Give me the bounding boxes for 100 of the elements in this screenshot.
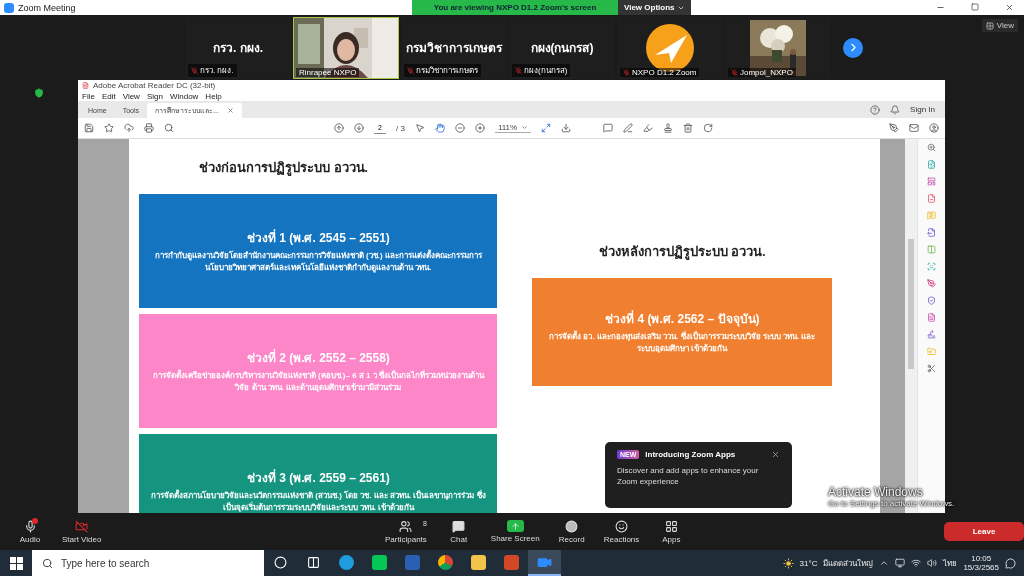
microphone-icon xyxy=(23,519,37,533)
word-icon xyxy=(405,554,420,570)
account-icon[interactable] xyxy=(929,123,939,133)
menu-item[interactable]: File xyxy=(82,91,95,101)
columns-icon[interactable] xyxy=(927,245,937,254)
trash-icon[interactable] xyxy=(683,123,694,133)
rotate-icon[interactable] xyxy=(703,123,714,133)
edge-icon xyxy=(339,554,354,570)
upload-icon[interactable] xyxy=(124,123,134,133)
scan-icon[interactable] xyxy=(927,262,937,271)
period-title: ช่วงที่ 4 (พ.ศ. 2562 – ปัจจุบัน) xyxy=(605,309,760,328)
notifications-icon[interactable] xyxy=(1005,557,1016,569)
participant-name: กผง(กนกรส) xyxy=(524,64,568,77)
participant-display-name: กรว. กผง. xyxy=(213,40,263,57)
popup-title: Introducing Zoom Apps xyxy=(645,450,736,459)
meeting-control-button[interactable]: Chat xyxy=(442,519,475,544)
zoom-logo-icon xyxy=(4,2,14,13)
chrome-icon xyxy=(438,554,453,570)
tray-expand-icon[interactable] xyxy=(879,558,890,568)
pointer-icon[interactable] xyxy=(414,123,425,133)
pen-icon[interactable] xyxy=(623,123,634,133)
print-icon[interactable] xyxy=(144,123,154,133)
cortana-icon xyxy=(274,555,287,569)
volume-icon xyxy=(927,558,938,568)
highlight-icon[interactable] xyxy=(643,123,654,133)
chat-icon xyxy=(452,519,466,533)
participants-icon xyxy=(399,519,413,533)
help-icon[interactable] xyxy=(870,104,881,115)
menu-item[interactable]: Sign xyxy=(146,91,163,101)
bell-icon[interactable] xyxy=(890,104,901,115)
windows-start-icon[interactable] xyxy=(9,556,23,570)
file-minus-icon[interactable] xyxy=(927,194,937,203)
participant-display-name: กรมวิชาการเกษตร xyxy=(406,40,502,57)
zoom-in-icon[interactable] xyxy=(474,123,485,133)
search-icon xyxy=(42,557,53,569)
folder-icon xyxy=(471,554,486,570)
meeting-control-button[interactable]: Reactions xyxy=(603,519,640,544)
zoom-in-icon[interactable] xyxy=(927,143,937,152)
display-icon xyxy=(895,558,906,568)
star-icon[interactable] xyxy=(104,123,114,133)
save-icon[interactable] xyxy=(84,123,94,133)
zoom-out-icon[interactable] xyxy=(454,123,465,133)
pdf-icon xyxy=(82,82,89,89)
menu-item[interactable]: Edit xyxy=(101,91,116,101)
maximize-icon[interactable] xyxy=(971,3,979,11)
caret-icon xyxy=(521,124,529,131)
close-icon[interactable] xyxy=(771,450,780,459)
pen-icon[interactable] xyxy=(927,279,937,288)
meeting-control-button[interactable]: Share Screen xyxy=(490,520,540,543)
meeting-control-button[interactable]: Start Video xyxy=(62,519,102,544)
temperature: 31°C xyxy=(799,558,818,568)
menu-item[interactable]: Help xyxy=(205,91,222,101)
weather-icon xyxy=(782,557,794,569)
task-view-icon xyxy=(307,555,320,569)
weather-text: มีแดดส่วนใหญ่ xyxy=(823,557,874,570)
comment-icon[interactable] xyxy=(603,123,614,133)
acrobat-window-title: Adobe Acrobat Reader DC (32-bit) xyxy=(93,81,216,90)
meeting-control-button[interactable]: Apps xyxy=(655,519,688,544)
hand-icon[interactable] xyxy=(434,123,445,133)
participant-display-name: กผง(กนกรส) xyxy=(530,40,594,57)
mail-icon[interactable] xyxy=(909,123,919,133)
view-button[interactable]: View xyxy=(981,19,1018,32)
search-icon[interactable] xyxy=(164,123,174,133)
next-page-icon[interactable] xyxy=(354,123,364,133)
participant-tile[interactable]: Rinrapee NXPO xyxy=(293,16,399,79)
participant-name: Rinrapee NXPO xyxy=(299,67,357,77)
next-page-button[interactable] xyxy=(843,37,863,58)
menu-item[interactable]: Window xyxy=(169,91,199,101)
meeting-control-button[interactable]: Audio xyxy=(14,519,46,544)
close-icon[interactable] xyxy=(226,107,234,114)
leave-button[interactable]: Leave xyxy=(944,522,1024,541)
participant-name: กรมวิชาการเกษตร xyxy=(416,64,478,77)
menu-item[interactable]: View xyxy=(122,91,140,101)
view-options-button[interactable]: View Options xyxy=(618,0,691,15)
signature-icon[interactable] xyxy=(927,330,937,339)
sign-in-link[interactable]: Sign In xyxy=(910,105,935,114)
period-title: ช่วงที่ 2 (พ.ศ. 2552 – 2558) xyxy=(246,348,390,367)
scrollbar-thumb[interactable] xyxy=(907,239,914,369)
share-banner: You are viewing NXPO D1.2 Zoom's screen xyxy=(412,0,618,15)
scissors-icon[interactable] xyxy=(927,364,937,373)
powerpoint-icon xyxy=(504,554,519,570)
shield-icon[interactable] xyxy=(927,296,937,305)
taskbar-search-field[interactable]: Type here to search xyxy=(32,550,264,576)
reactions-icon xyxy=(615,519,628,533)
file-export-icon[interactable] xyxy=(927,228,937,237)
language-indicator: ไทย xyxy=(943,557,958,570)
share-screen-icon xyxy=(506,520,524,532)
meeting-control-button[interactable]: Record xyxy=(555,519,588,544)
participant-name: Jompol_NXPO xyxy=(740,67,793,77)
clock-time: 10:05 xyxy=(971,554,992,563)
previous-page-icon[interactable] xyxy=(334,123,344,133)
image-file-icon[interactable] xyxy=(927,160,937,169)
zoom-dropdown[interactable]: 111% xyxy=(494,123,532,133)
close-icon[interactable] xyxy=(1005,3,1014,12)
stamp-icon[interactable] xyxy=(663,123,674,133)
layout-icon[interactable] xyxy=(927,177,937,186)
document-icon[interactable] xyxy=(927,313,937,322)
alert-dot-icon xyxy=(31,517,38,524)
clock-date: 15/3/2565 xyxy=(963,563,999,572)
fit-page-icon[interactable] xyxy=(541,123,552,133)
